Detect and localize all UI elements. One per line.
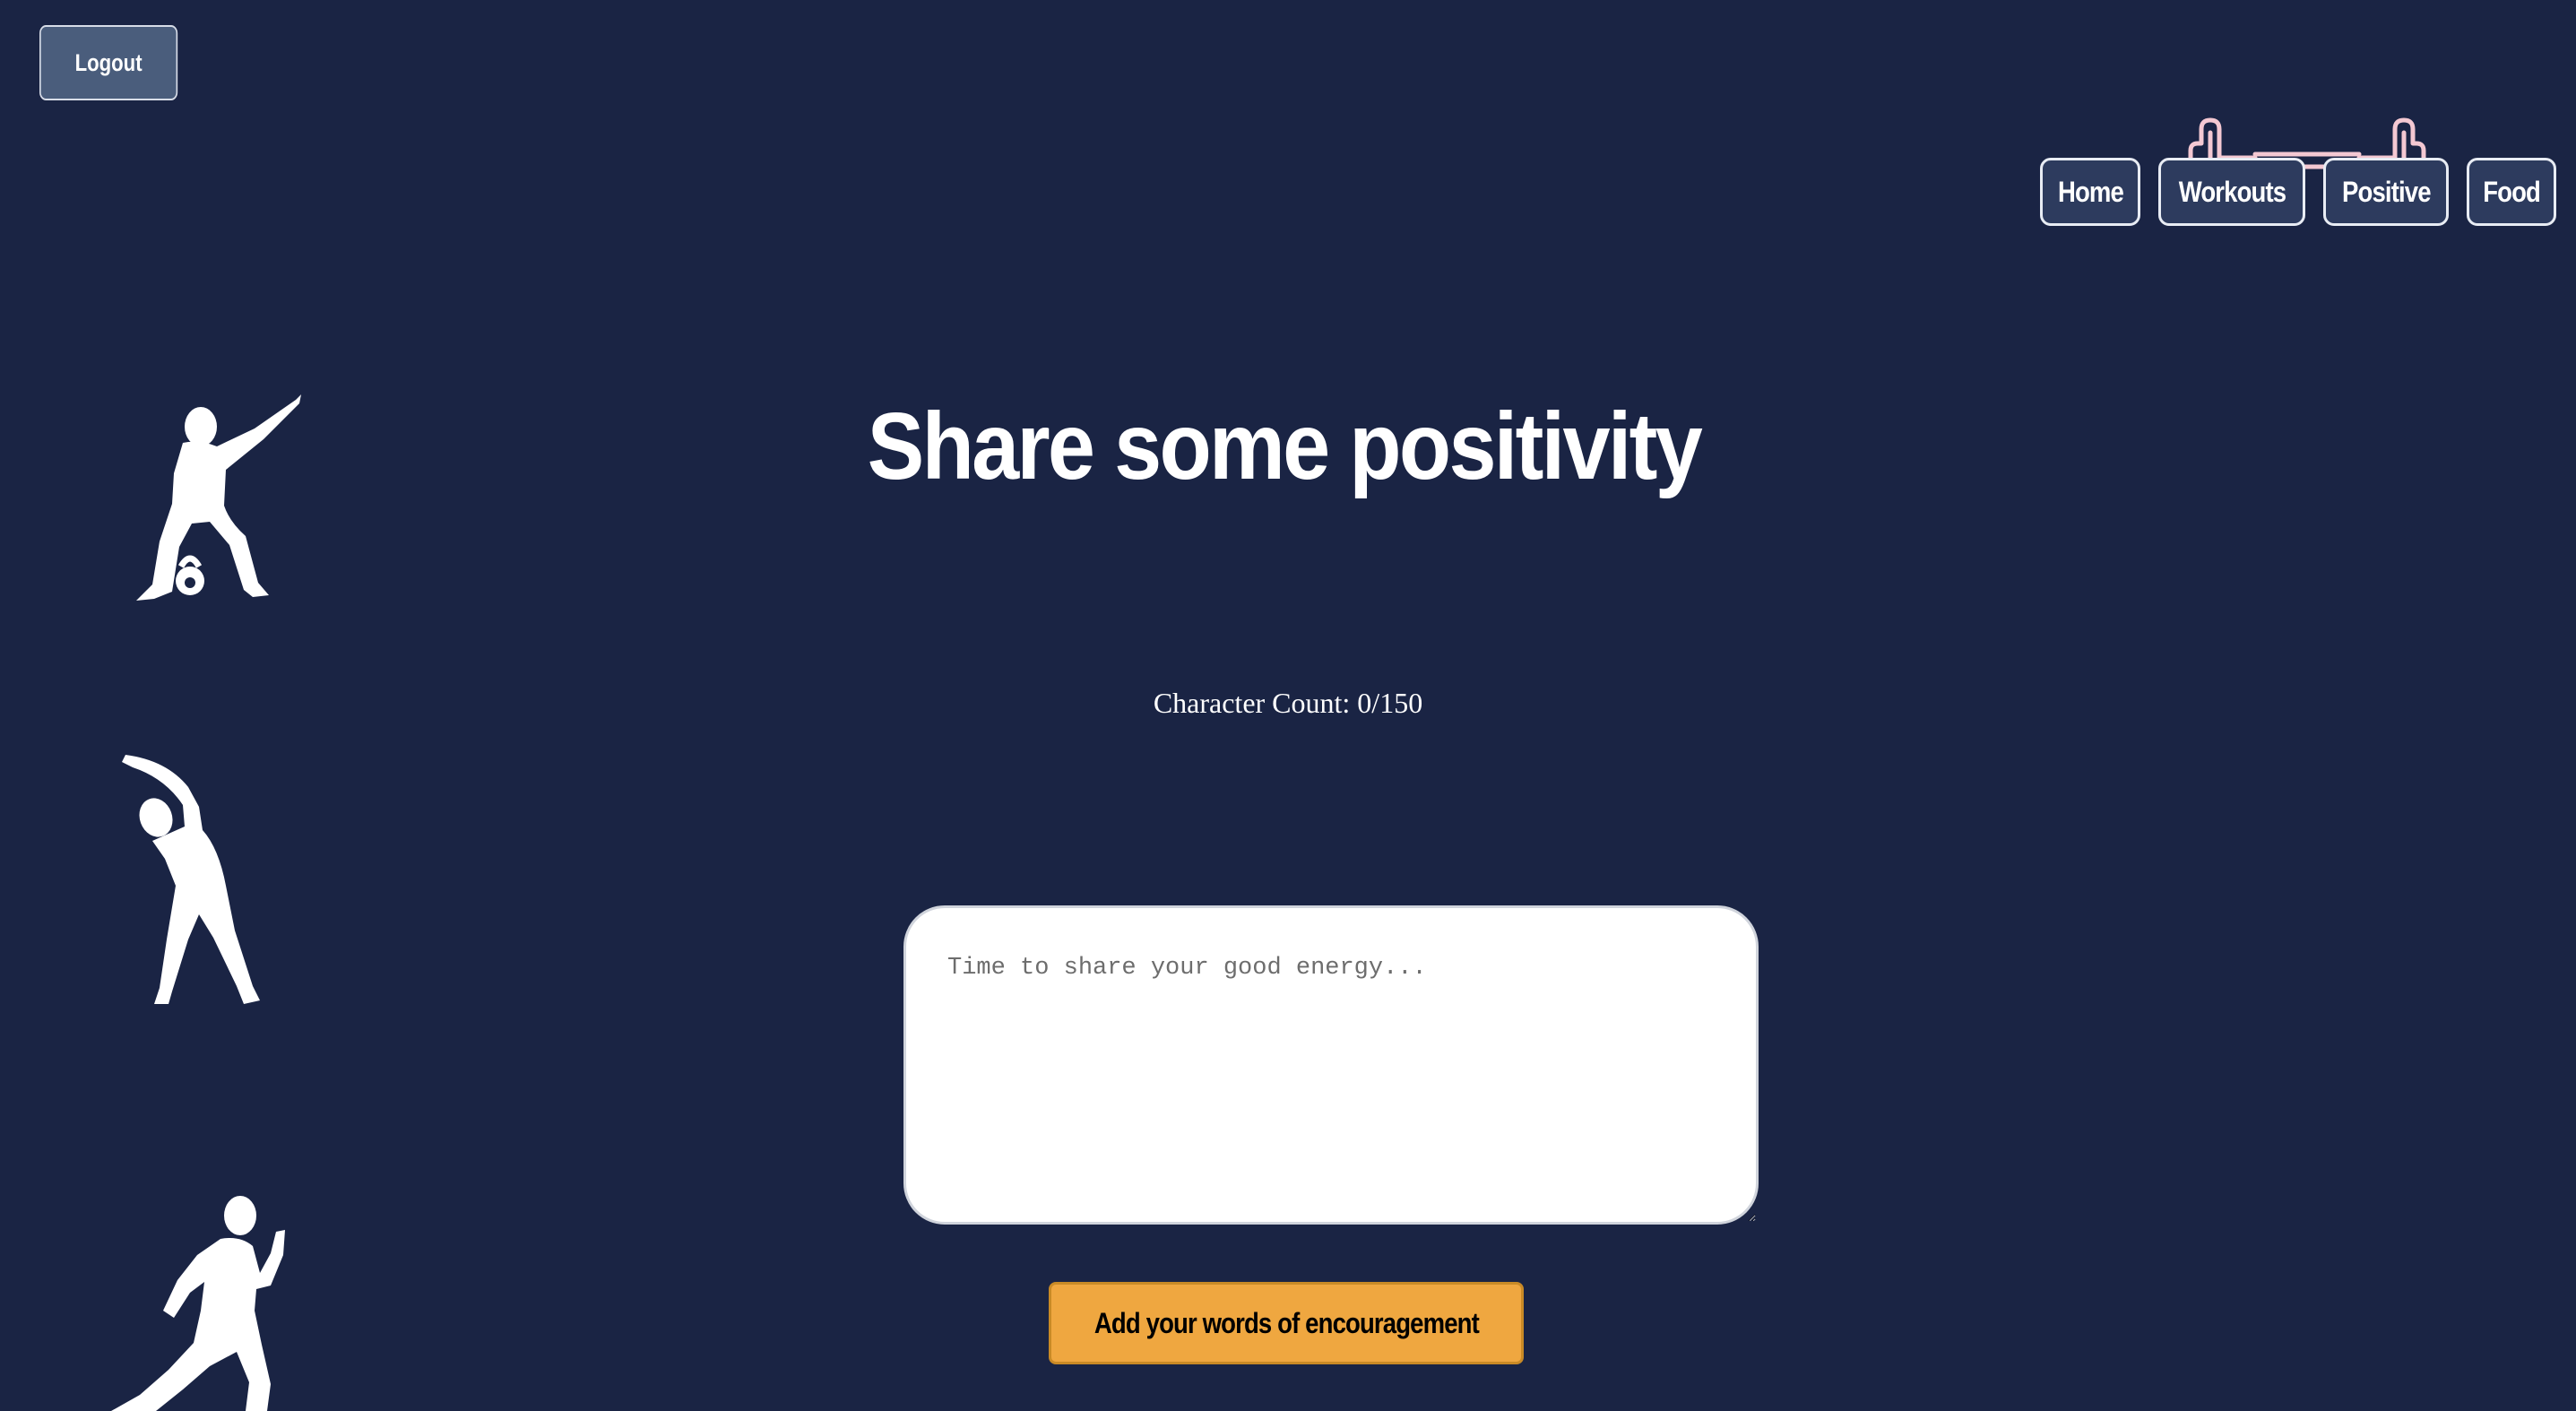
nav-workouts-button[interactable]: Workouts [2158, 158, 2305, 226]
nav-home-label: Home [2057, 175, 2123, 208]
nav-food-label: Food [2483, 175, 2541, 208]
runner-figure-icon [111, 1196, 285, 1411]
logout-button[interactable]: Logout [39, 25, 178, 100]
side-stretch-figure-icon [122, 755, 260, 1004]
nav-positive-label: Positive [2341, 175, 2432, 208]
nav-positive-button[interactable]: Positive [2323, 158, 2449, 226]
page-title-text: Share some positivity [867, 394, 1702, 499]
main-nav: Home Workouts Positive Food [0, 158, 2576, 226]
add-encouragement-label: Add your words of encouragement [1094, 1306, 1479, 1339]
nav-food-button[interactable]: Food [2467, 158, 2556, 226]
nav-workouts-label: Workouts [2178, 175, 2286, 208]
add-encouragement-button[interactable]: Add your words of encouragement [1049, 1282, 1524, 1364]
nav-home-button[interactable]: Home [2040, 158, 2140, 226]
character-count: Character Count: 0/150 [0, 687, 2576, 720]
logout-label: Logout [74, 48, 143, 76]
page-title: Share some positivity [0, 393, 2576, 501]
encouragement-textarea[interactable] [903, 905, 1759, 1225]
character-count-text: Character Count: 0/150 [1153, 687, 1423, 719]
